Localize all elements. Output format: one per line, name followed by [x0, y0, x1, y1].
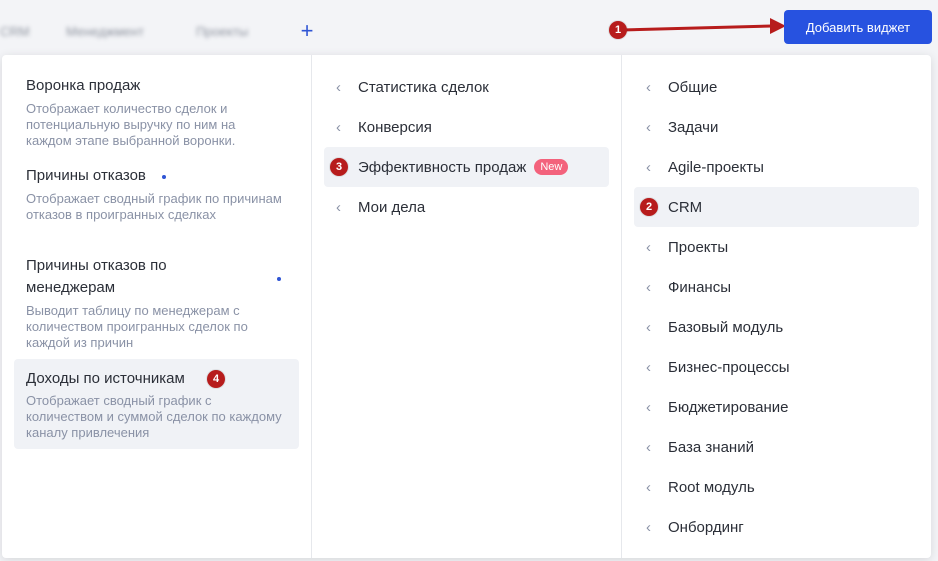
chevron-left-icon: ‹ — [646, 238, 651, 256]
add-tab-plus-icon[interactable]: + — [296, 18, 318, 44]
chevron-left-icon: ‹ — [646, 438, 651, 456]
chevron-left-icon: ‹ — [646, 118, 651, 136]
category-root-module[interactable]: ‹ Root модуль — [634, 467, 919, 507]
category-agile-projects[interactable]: ‹ Agile-проекты — [634, 147, 919, 187]
widget-title: Причины отказов — [26, 167, 146, 184]
subcategory-label: Мои дела — [358, 198, 426, 216]
tab-projects[interactable]: Проекты — [196, 24, 248, 39]
chevron-left-icon: ‹ — [336, 118, 341, 136]
arrow-pointer-icon — [622, 18, 786, 34]
new-dot-indicator — [277, 277, 281, 281]
widget-title: Доходы по источникам — [26, 370, 185, 387]
widget-list-column: Воронка продаж Отображает количество сде… — [2, 55, 311, 558]
category-base-module[interactable]: ‹ Базовый модуль — [634, 307, 919, 347]
marker-2-badge: 2 — [640, 198, 658, 216]
widget-title: Воронка продаж — [26, 77, 141, 94]
category-label: Agile-проекты — [668, 158, 764, 176]
category-label: Базовый модуль — [668, 318, 784, 336]
category-label: Бизнес-процессы — [668, 358, 790, 376]
category-crm[interactable]: 2 CRM — [634, 187, 919, 227]
chevron-left-icon: ‹ — [646, 518, 651, 536]
new-dot-indicator — [162, 175, 166, 179]
category-projects[interactable]: ‹ Проекты — [634, 227, 919, 267]
chevron-left-icon: ‹ — [646, 278, 651, 296]
widget-description: Отображает количество сделок и потенциал… — [26, 101, 236, 148]
category-onboarding[interactable]: ‹ Онбординг — [634, 507, 919, 547]
category-finance[interactable]: ‹ Финансы — [634, 267, 919, 307]
tab-crm[interactable]: CRM — [0, 24, 30, 39]
widget-description: Отображает сводный график с количеством … — [26, 393, 282, 440]
widget-description: Выводит таблицу по менеджерам с количест… — [26, 303, 248, 350]
new-badge: New — [534, 159, 569, 175]
subcategory-column: ‹ Статистика сделок ‹ Конверсия 3 Эффект… — [311, 55, 622, 558]
subcategory-label: Статистика сделок — [358, 78, 489, 96]
widget-picker-panel: Воронка продаж Отображает количество сде… — [2, 55, 931, 558]
chevron-left-icon: ‹ — [646, 318, 651, 336]
top-bar: CRM Менеджмент Проекты + 1 Добавить видж… — [0, 0, 938, 62]
category-tasks[interactable]: ‹ Задачи — [634, 107, 919, 147]
tab-management[interactable]: Менеджмент — [66, 24, 144, 39]
marker-4-badge: 4 — [207, 370, 225, 388]
widget-item-loss-reasons[interactable]: Причины отказов Отображает сводный графи… — [14, 161, 299, 241]
category-budgeting[interactable]: ‹ Бюджетирование — [634, 387, 919, 427]
subcategory-sales-efficiency[interactable]: 3 Эффективность продаж New — [324, 147, 609, 187]
category-column: ‹ Общие ‹ Задачи ‹ Agile-проекты 2 CRM ‹ Прое… — [621, 55, 932, 558]
marker-1-badge: 1 — [609, 21, 627, 39]
chevron-left-icon: ‹ — [336, 198, 341, 216]
category-label: База знаний — [668, 438, 754, 456]
chevron-left-icon: ‹ — [646, 78, 651, 96]
category-label: Проекты — [668, 238, 729, 256]
subcategory-label: Конверсия — [358, 118, 432, 136]
marker-3-badge: 3 — [330, 158, 348, 176]
chevron-left-icon: ‹ — [646, 358, 651, 376]
widget-item-loss-reasons-by-manager[interactable]: Причины отказов по менеджерам Выводит та… — [14, 251, 299, 350]
chevron-left-icon: ‹ — [336, 78, 341, 96]
category-label: Общие — [668, 78, 718, 96]
category-label: CRM — [668, 198, 703, 216]
chevron-left-icon: ‹ — [646, 478, 651, 496]
category-label: Задачи — [668, 118, 719, 136]
chevron-left-icon: ‹ — [646, 158, 651, 176]
subcategory-label: Эффективность продаж — [358, 158, 527, 176]
category-label: Финансы — [668, 278, 731, 296]
category-label: Онбординг — [668, 518, 744, 536]
subcategory-my-tasks[interactable]: ‹ Мои дела — [324, 187, 609, 227]
widget-item-income-by-source[interactable]: Доходы по источникам 4 Отображает сводны… — [14, 359, 299, 449]
category-label: Root модуль — [668, 478, 755, 496]
category-label: Бюджетирование — [668, 398, 789, 416]
category-business-processes[interactable]: ‹ Бизнес-процессы — [634, 347, 919, 387]
subcategory-conversion[interactable]: ‹ Конверсия — [324, 107, 609, 147]
category-knowledge-base[interactable]: ‹ База знаний — [634, 427, 919, 467]
chevron-left-icon: ‹ — [646, 398, 651, 416]
widget-description: Отображает сводный график по причинам от… — [26, 191, 282, 222]
subcategory-deal-stats[interactable]: ‹ Статистика сделок — [324, 67, 609, 107]
widget-item-sales-funnel[interactable]: Воронка продаж Отображает количество сде… — [14, 71, 299, 151]
category-general[interactable]: ‹ Общие — [634, 67, 919, 107]
widget-title: Причины отказов по менеджерам — [26, 257, 167, 296]
add-widget-button[interactable]: Добавить виджет — [784, 10, 932, 44]
